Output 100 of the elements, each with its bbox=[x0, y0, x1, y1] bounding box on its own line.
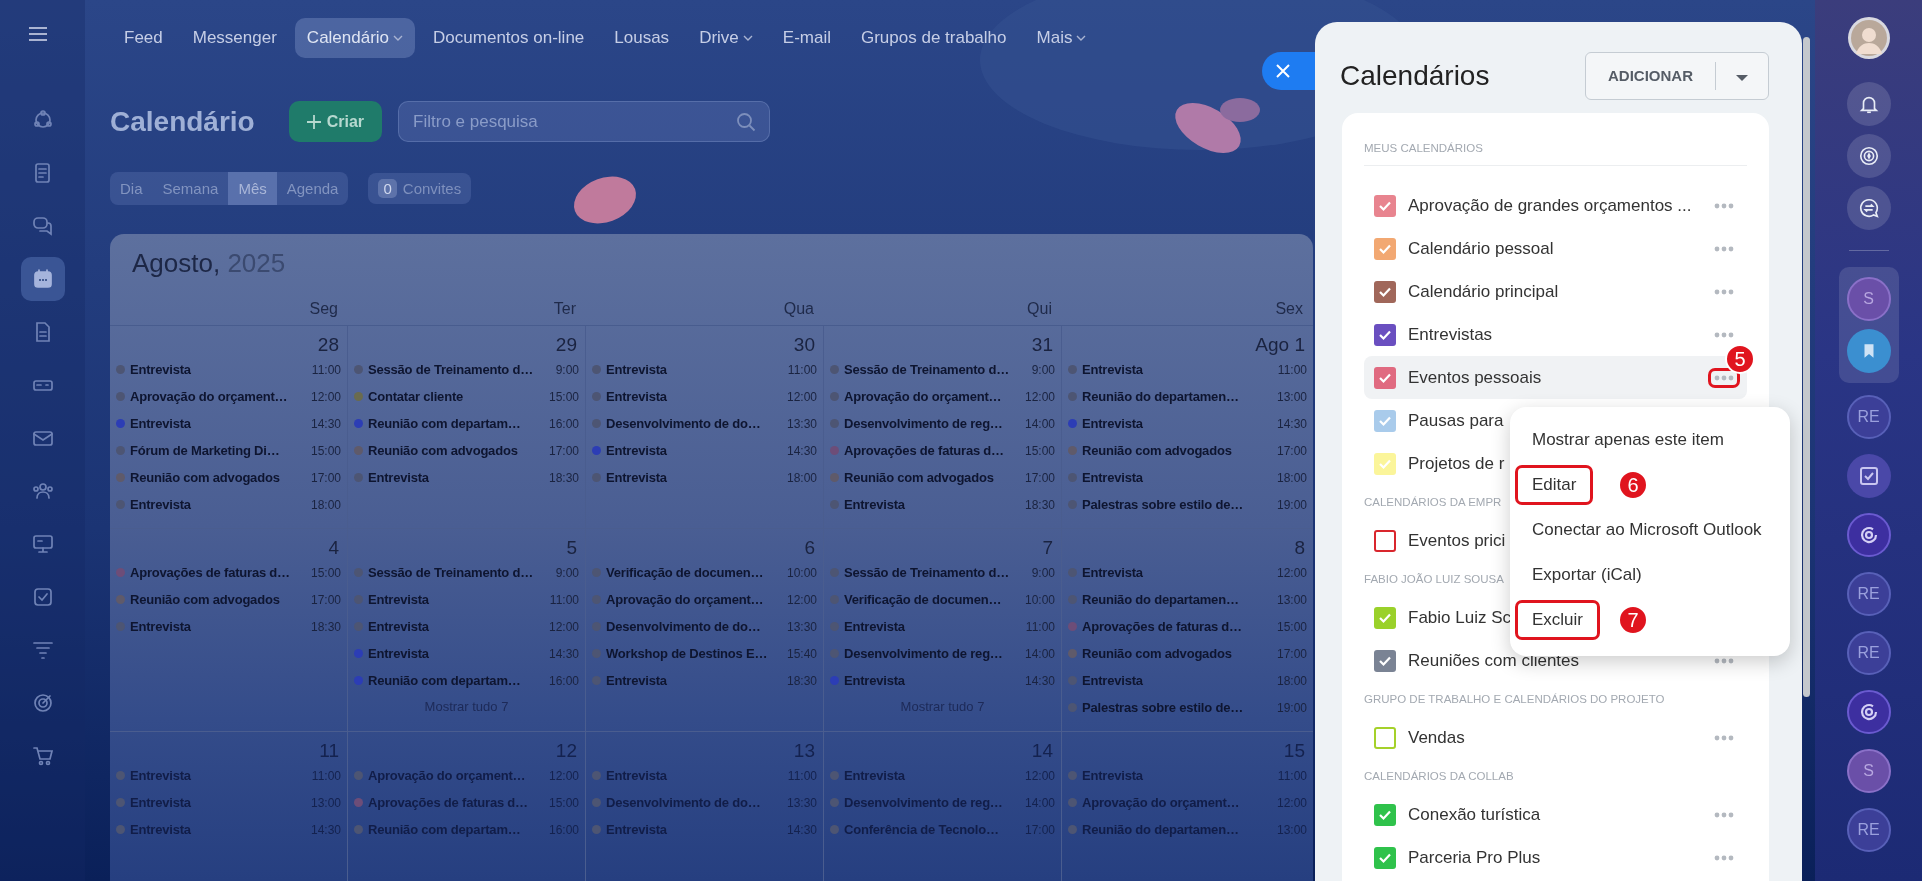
view-tab[interactable]: Semana bbox=[152, 172, 229, 205]
event-title[interactable]: Palestras sobre estilo de… bbox=[1082, 497, 1272, 512]
event-title[interactable]: Fórum de Marketing Di… bbox=[130, 443, 306, 458]
event-title[interactable]: Workshop de Destinos E… bbox=[606, 646, 782, 661]
event-title[interactable]: Entrevista bbox=[130, 416, 306, 431]
caret-icon[interactable] bbox=[1736, 75, 1748, 81]
event-title[interactable]: Aprovações de faturas d… bbox=[368, 795, 544, 810]
event-title[interactable]: Desenvolvimento de do… bbox=[606, 619, 782, 634]
checkbox[interactable] bbox=[1374, 803, 1396, 826]
monitor-icon[interactable] bbox=[30, 532, 55, 556]
menu-item[interactable]: Exportar (iCal) bbox=[1532, 565, 1642, 585]
nav-tab[interactable]: Documentos on-line bbox=[421, 17, 597, 58]
view-tab[interactable]: Mês bbox=[228, 172, 277, 205]
checkbox[interactable] bbox=[1374, 409, 1396, 432]
event-title[interactable]: Aprovação do orçament… bbox=[130, 389, 306, 404]
event-title[interactable]: Entrevista bbox=[606, 443, 782, 458]
user-avatar[interactable]: RE bbox=[1846, 631, 1891, 675]
event-title[interactable]: Entrevista bbox=[368, 646, 544, 661]
user-avatar[interactable]: RE bbox=[1846, 808, 1891, 852]
nav-tab[interactable]: E-mail bbox=[770, 17, 843, 58]
nav-tab[interactable]: Messenger bbox=[180, 17, 289, 58]
add-button[interactable]: ADICIONAR bbox=[1585, 51, 1769, 100]
menu-item[interactable]: Excluir bbox=[1515, 600, 1600, 640]
event-title[interactable]: Entrevista bbox=[844, 619, 1021, 634]
close-button[interactable] bbox=[1262, 52, 1315, 90]
event-title[interactable]: Entrevista bbox=[1082, 362, 1273, 377]
event-title[interactable]: Reunião do departamen… bbox=[1082, 592, 1272, 607]
event-title[interactable]: Entrevista bbox=[130, 768, 307, 783]
cart-icon[interactable] bbox=[30, 744, 55, 768]
user-avatar[interactable] bbox=[1846, 16, 1891, 60]
event-title[interactable]: Contatar cliente bbox=[368, 389, 544, 404]
checkbox[interactable] bbox=[1374, 726, 1396, 749]
event-title[interactable]: Sessão de Treinamento d… bbox=[844, 362, 1027, 377]
checkbox[interactable] bbox=[1374, 366, 1396, 389]
event-title[interactable]: Entrevista bbox=[1082, 416, 1272, 431]
event-title[interactable]: Sessão de Treinamento d… bbox=[368, 565, 551, 580]
event-title[interactable]: Aprovação do orçament… bbox=[606, 592, 782, 607]
event-title[interactable]: Sessão de Treinamento d… bbox=[368, 362, 551, 377]
event-title[interactable]: Entrevista bbox=[1082, 470, 1272, 485]
checkbox[interactable] bbox=[1374, 846, 1396, 869]
event-title[interactable]: Desenvolvimento de reg… bbox=[844, 795, 1020, 810]
calendar-name[interactable]: Calendário principal bbox=[1408, 281, 1711, 302]
event-title[interactable]: Reunião com departam… bbox=[368, 673, 544, 688]
event-title[interactable]: Entrevista bbox=[130, 362, 307, 377]
event-title[interactable]: Aprovação do orçament… bbox=[844, 389, 1020, 404]
event-title[interactable]: Entrevista bbox=[844, 673, 1020, 688]
event-title[interactable]: Reunião com departam… bbox=[368, 416, 544, 431]
create-button[interactable]: Criar bbox=[288, 101, 383, 142]
event-title[interactable]: Reunião com advogados bbox=[844, 470, 1020, 485]
event-title[interactable]: Palestras sobre estilo de… bbox=[1082, 700, 1272, 715]
calendar-name[interactable]: Conexão turística bbox=[1408, 804, 1711, 825]
nav-tab[interactable]: Feed bbox=[112, 17, 175, 58]
event-title[interactable]: Aprovação do orçament… bbox=[1082, 795, 1272, 810]
checkbox[interactable] bbox=[1374, 280, 1396, 303]
event-title[interactable]: Verificação de documen… bbox=[844, 592, 1020, 607]
event-title[interactable]: Verificação de documen… bbox=[606, 565, 782, 580]
menu-item[interactable]: Mostrar apenas este item bbox=[1532, 430, 1724, 450]
search-icon[interactable] bbox=[736, 111, 757, 132]
event-title[interactable]: Desenvolvimento de do… bbox=[606, 795, 782, 810]
event-title[interactable]: Reunião com advogados bbox=[130, 470, 306, 485]
calendar-name[interactable]: Entrevistas bbox=[1408, 324, 1711, 345]
event-title[interactable]: Reunião do departamen… bbox=[1082, 389, 1272, 404]
event-title[interactable]: Entrevista bbox=[130, 822, 306, 837]
event-title[interactable]: Entrevista bbox=[844, 768, 1020, 783]
event-title[interactable]: Reunião com advogados bbox=[130, 592, 306, 607]
event-title[interactable]: Aprovação do orçament… bbox=[368, 768, 544, 783]
calendar-name[interactable]: Vendas bbox=[1408, 727, 1711, 748]
view-tab[interactable]: Dia bbox=[110, 172, 153, 205]
event-title[interactable]: Entrevista bbox=[606, 470, 782, 485]
user-avatar[interactable]: S bbox=[1846, 277, 1891, 321]
user-avatar[interactable]: RE bbox=[1846, 572, 1891, 616]
menu-item[interactable]: Editar bbox=[1515, 465, 1594, 505]
event-title[interactable]: Entrevista bbox=[368, 619, 544, 634]
event-title[interactable]: Entrevista bbox=[606, 673, 782, 688]
nav-tab[interactable]: Calendário bbox=[294, 17, 416, 58]
nav-tab[interactable]: Mais bbox=[1024, 17, 1099, 58]
nav-tab[interactable]: Grupos de trabalho bbox=[848, 17, 1019, 58]
event-title[interactable]: Reunião com advogados bbox=[368, 443, 544, 458]
event-title[interactable]: Entrevista bbox=[368, 592, 545, 607]
checkbox[interactable] bbox=[1374, 529, 1396, 552]
event-title[interactable]: Entrevista bbox=[606, 389, 782, 404]
view-tab[interactable]: Agenda bbox=[276, 172, 349, 205]
event-title[interactable]: Entrevista bbox=[368, 470, 544, 485]
checkbox[interactable] bbox=[1374, 606, 1396, 629]
event-title[interactable]: Desenvolvimento de reg… bbox=[844, 646, 1020, 661]
event-title[interactable]: Desenvolvimento de do… bbox=[606, 416, 782, 431]
calendar-name[interactable]: Parceria Pro Plus bbox=[1408, 847, 1711, 868]
nav-tab[interactable]: Lousas bbox=[602, 17, 682, 58]
event-title[interactable]: Entrevista bbox=[1082, 673, 1272, 688]
more-button[interactable] bbox=[1711, 370, 1737, 385]
chat-icon[interactable] bbox=[30, 214, 55, 238]
checkbox[interactable] bbox=[1374, 194, 1396, 217]
checkbox[interactable] bbox=[1374, 237, 1396, 260]
chat-icon[interactable] bbox=[1857, 197, 1880, 219]
event-title[interactable]: Entrevista bbox=[606, 822, 782, 837]
event-title[interactable]: Entrevista bbox=[130, 497, 306, 512]
nav-tab[interactable]: Drive bbox=[687, 17, 765, 58]
scrollbar[interactable] bbox=[1803, 37, 1810, 697]
event-title[interactable]: Conferência de Tecnolo… bbox=[844, 822, 1020, 837]
menu-icon[interactable] bbox=[27, 26, 48, 42]
